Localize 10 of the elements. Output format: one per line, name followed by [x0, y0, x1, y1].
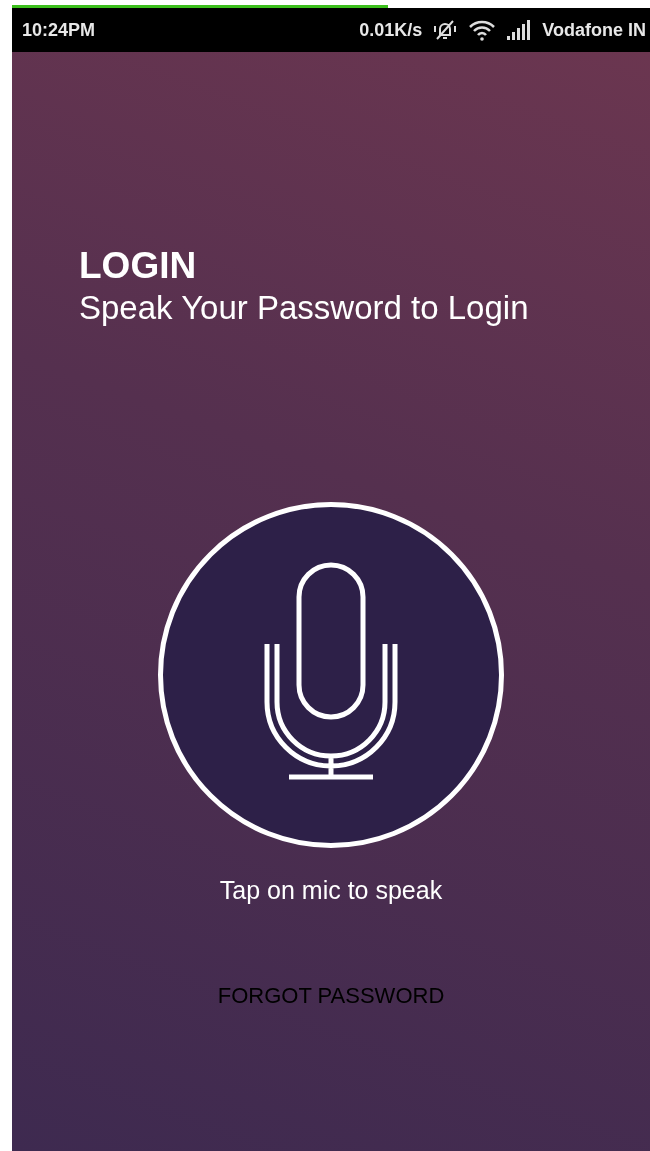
network-speed: 0.01K/s [359, 19, 423, 41]
carrier-name: Vodafone IN [542, 19, 646, 41]
muted-bell-icon [432, 19, 459, 41]
login-subtitle: Speak Your Password to Login [79, 288, 530, 328]
status-time: 10:24PM [22, 19, 96, 41]
login-title: LOGIN [79, 244, 198, 288]
wifi-icon [468, 19, 497, 41]
mic-hint: Tap on mic to speak [219, 876, 443, 905]
signal-icon [506, 20, 533, 40]
forgot-password-link[interactable]: FORGOT PASSWORD [217, 983, 445, 1009]
